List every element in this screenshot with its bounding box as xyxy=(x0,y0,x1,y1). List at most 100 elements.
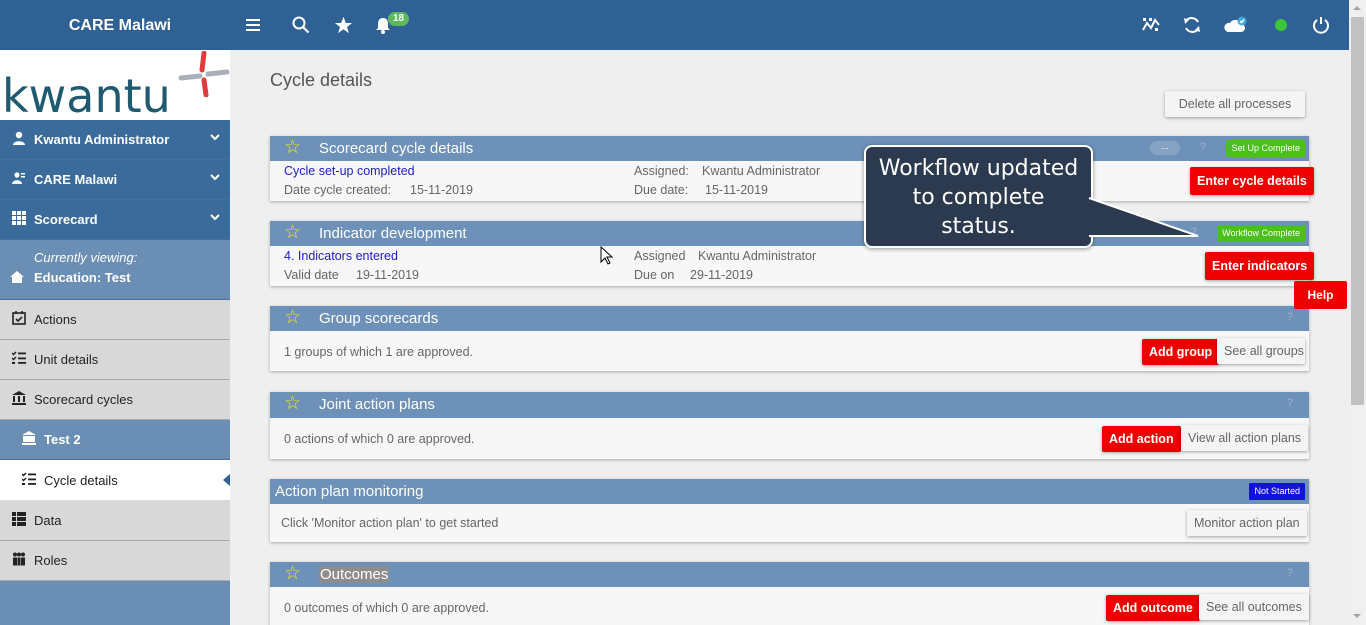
help-icon[interactable]: ? xyxy=(1200,141,1206,153)
list-check-icon xyxy=(10,351,28,368)
scroll-up-arrow[interactable] xyxy=(1353,6,1361,10)
building-icon xyxy=(10,391,28,408)
notification-count-badge: 18 xyxy=(388,12,410,26)
cloud-check-icon[interactable] xyxy=(1222,12,1248,38)
table-icon xyxy=(10,512,28,529)
sidebar-item-label: Roles xyxy=(34,553,68,568)
currently-viewing-value: Education: Test xyxy=(34,270,131,285)
delete-all-processes-button[interactable]: Delete all processes xyxy=(1165,91,1305,117)
power-icon[interactable] xyxy=(1308,12,1334,38)
due-date-label: Due date: xyxy=(634,183,689,197)
view-all-action-plans-button[interactable]: View all action plans xyxy=(1181,425,1309,451)
building-icon xyxy=(20,431,38,448)
calendar-check-icon xyxy=(10,311,28,328)
analytics-icon[interactable] xyxy=(1138,12,1164,38)
panel-outcomes: ☆ Outcomes ? 0 outcomes of which 0 are a… xyxy=(270,562,1309,625)
panel-header: ☆ Joint action plans ? xyxy=(270,392,1309,418)
star-icon[interactable] xyxy=(330,12,356,38)
sidebar-item-cycle-details[interactable]: Cycle details xyxy=(0,460,230,501)
page-title: Cycle details xyxy=(270,70,373,90)
monitor-action-plan-button[interactable]: Monitor action plan xyxy=(1187,510,1307,536)
list-check-icon xyxy=(20,471,38,489)
sidebar-item-roles[interactable]: Roles xyxy=(0,541,230,581)
sidebar-item-data[interactable]: Data xyxy=(0,501,230,541)
scroll-down-arrow[interactable] xyxy=(1353,614,1361,618)
help-icon[interactable]: ? xyxy=(1287,397,1293,409)
panel-header: ☆ Scorecard cycle details ... ? Set Up C… xyxy=(270,136,1309,161)
chevron-down-icon xyxy=(210,132,220,144)
sidebar-item-label: Scorecard cycles xyxy=(34,392,133,407)
enter-indicators-button[interactable]: Enter indicators xyxy=(1205,252,1315,280)
panel-title: Joint action plans xyxy=(319,396,435,413)
sidebar-item-unit-details[interactable]: Unit details xyxy=(0,340,230,380)
sidebar-item-label: Scorecard xyxy=(34,212,98,227)
sidebar-item-label: CARE Malawi xyxy=(34,172,118,187)
callout-line: to complete xyxy=(912,185,1045,210)
help-icon[interactable]: ? xyxy=(1287,311,1293,323)
top-bar: CARE Malawi 18 xyxy=(0,0,1366,50)
cycle-setup-link[interactable]: Cycle set-up completed xyxy=(284,164,415,178)
date-created-label: Date cycle created: xyxy=(284,183,391,197)
panel-title: Scorecard cycle details xyxy=(319,140,474,157)
kwantu-logo: kwantu xyxy=(0,50,230,120)
see-all-outcomes-button[interactable]: See all outcomes xyxy=(1199,594,1309,620)
help-icon[interactable]: ? xyxy=(1287,567,1293,579)
status-badge: Set Up Complete xyxy=(1226,140,1305,157)
sidebar-item-label: Test 2 xyxy=(44,432,81,447)
panel-scorecard-cycle-details: ☆ Scorecard cycle details ... ? Set Up C… xyxy=(270,136,1314,201)
sidebar-item-label: Actions xyxy=(34,312,77,327)
date-created-value: 15-11-2019 xyxy=(410,183,474,197)
search-icon[interactable] xyxy=(288,12,314,38)
brand-title[interactable]: CARE Malawi xyxy=(0,0,240,50)
panel-action-plan-monitoring: Action plan monitoring Not Started Click… xyxy=(270,479,1309,542)
add-group-button[interactable]: Add group xyxy=(1142,339,1220,365)
star-icon[interactable]: ☆ xyxy=(284,223,301,243)
scrollbar-thumb[interactable] xyxy=(1351,17,1364,405)
assigned-label: Assigned xyxy=(634,249,686,263)
star-icon[interactable]: ☆ xyxy=(284,308,301,328)
panel-title: Outcomes xyxy=(319,566,390,583)
logo-cross-icon xyxy=(178,51,230,97)
grid-icon xyxy=(10,211,28,228)
chevron-down-icon xyxy=(210,212,220,224)
due-on-value: 29-11-2019 xyxy=(690,268,754,282)
callout-line: status. xyxy=(941,214,1016,239)
sidebar-item-care-malawi[interactable]: CARE Malawi xyxy=(0,160,230,200)
workflow-updated-callout: Workflow updated to complete status. xyxy=(864,145,1093,248)
indicators-entered-link[interactable]: 4. Indicators entered xyxy=(284,249,398,263)
sidebar-item-scorecard-cycles[interactable]: Scorecard cycles xyxy=(0,380,230,420)
people-icon xyxy=(10,552,28,569)
star-icon[interactable]: ☆ xyxy=(284,394,301,414)
chevron-down-icon xyxy=(210,172,220,184)
sidebar: kwantu Kwantu Administrator CARE Malawi … xyxy=(0,50,230,625)
sidebar-item-test-2[interactable]: Test 2 xyxy=(0,420,230,460)
sidebar-item-label: Unit details xyxy=(34,352,99,367)
panel-joint-action-plans: ☆ Joint action plans ? 0 actions of whic… xyxy=(270,392,1309,459)
add-outcome-button[interactable]: Add outcome xyxy=(1106,595,1200,621)
more-options-button[interactable]: ... xyxy=(1150,141,1180,155)
see-all-groups-button[interactable]: See all groups xyxy=(1217,338,1305,364)
menu-icon[interactable] xyxy=(240,12,266,38)
sync-icon[interactable] xyxy=(1179,12,1205,38)
outcomes-summary-text: 0 outcomes of which 0 are approved. xyxy=(284,601,489,615)
panel-header: ☆ Outcomes ? xyxy=(270,562,1309,587)
star-icon[interactable]: ☆ xyxy=(284,138,301,158)
online-status-dot xyxy=(1275,19,1287,31)
sidebar-item-kwantu-administrator[interactable]: Kwantu Administrator xyxy=(0,120,230,160)
assigned-value: Kwantu Administrator xyxy=(698,249,817,263)
assigned-value: Kwantu Administrator xyxy=(702,164,821,178)
valid-date-value: 19-11-2019 xyxy=(356,268,420,282)
panel-header: ☆ Group scorecards ? xyxy=(270,306,1309,331)
logo-text: kwantu xyxy=(2,69,171,120)
sidebar-item-actions[interactable]: Actions xyxy=(0,300,230,340)
active-indicator xyxy=(223,474,230,486)
status-badge: Not Started xyxy=(1249,483,1305,500)
organization-user-icon xyxy=(10,171,28,188)
user-icon xyxy=(10,131,28,148)
currently-viewing-panel: Currently viewing: Education: Test xyxy=(0,240,230,300)
sidebar-item-scorecard[interactable]: Scorecard xyxy=(0,200,230,240)
add-action-button[interactable]: Add action xyxy=(1102,426,1181,452)
star-icon[interactable]: ☆ xyxy=(284,564,301,584)
enter-cycle-details-button[interactable]: Enter cycle details xyxy=(1190,167,1314,195)
help-button[interactable]: Help xyxy=(1294,281,1347,309)
